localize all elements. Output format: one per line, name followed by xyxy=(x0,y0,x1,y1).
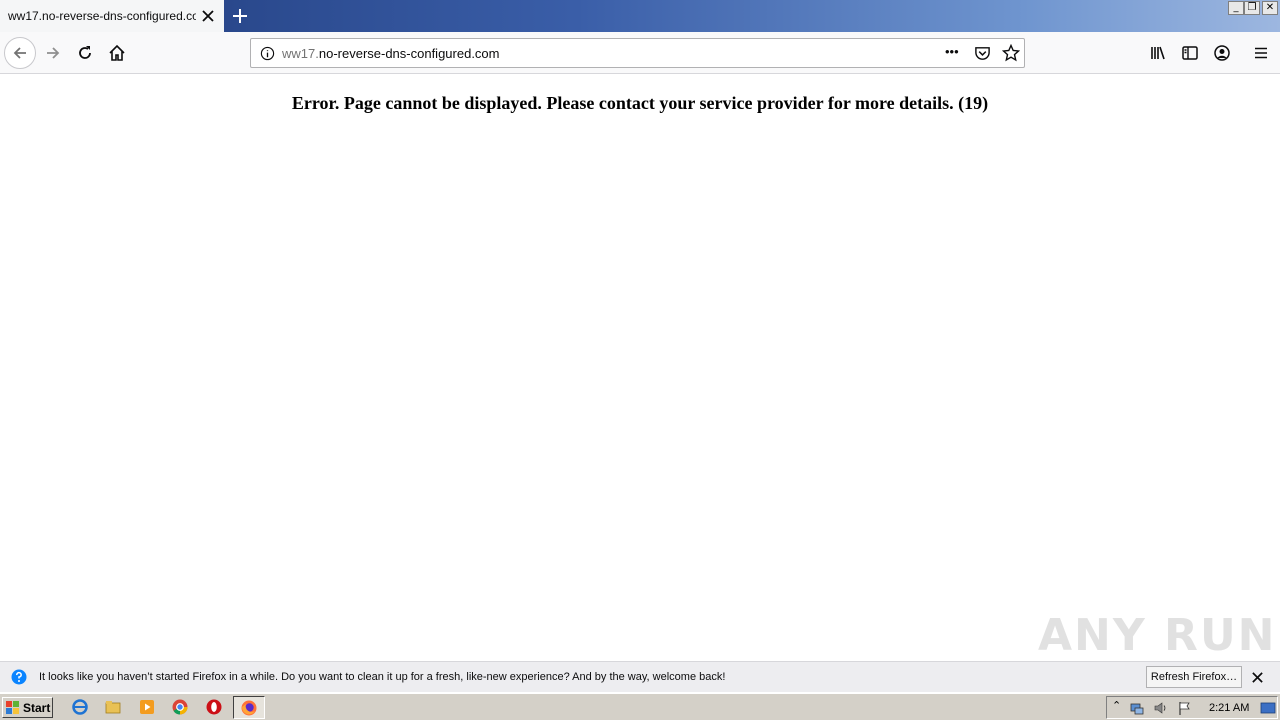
menu-button[interactable] xyxy=(1245,37,1277,69)
library-icon xyxy=(1151,46,1165,60)
pocket-icon[interactable] xyxy=(974,45,991,62)
notification-bar: It looks like you haven’t started Firefo… xyxy=(0,661,1280,692)
hamburger-menu-icon xyxy=(1255,47,1267,59)
page-content: Error. Page cannot be displayed. Please … xyxy=(0,75,1280,661)
volume-icon[interactable] xyxy=(1153,700,1169,716)
anyrun-watermark: ANY RUN xyxy=(1038,610,1277,661)
taskbar: Start ⌃ 2:21 AM xyxy=(0,693,1280,720)
action-center-flag-icon[interactable] xyxy=(1177,700,1193,716)
url-text[interactable]: ww17.no-reverse-dns-configured.com xyxy=(282,46,500,61)
media-player-icon[interactable] xyxy=(138,698,156,716)
start-button[interactable]: Start xyxy=(2,697,53,718)
back-button[interactable] xyxy=(4,37,36,69)
account-icon xyxy=(1214,45,1230,61)
show-hidden-icons-icon[interactable]: ⌃ xyxy=(1112,699,1121,712)
home-icon xyxy=(109,44,125,61)
bookmark-star-icon[interactable] xyxy=(1002,44,1020,62)
url-bar[interactable]: ww17.no-reverse-dns-configured.com ••• xyxy=(250,38,1025,68)
reload-button[interactable] xyxy=(69,37,101,69)
start-label: Start xyxy=(23,700,51,715)
forward-button[interactable] xyxy=(37,37,69,69)
error-message: Error. Page cannot be displayed. Please … xyxy=(291,93,989,113)
refresh-firefox-button[interactable]: Refresh Firefox… xyxy=(1146,666,1242,688)
navigation-toolbar: ww17.no-reverse-dns-configured.com ••• xyxy=(0,32,1280,74)
info-icon[interactable] xyxy=(260,46,275,61)
forward-arrow-icon xyxy=(47,47,60,59)
close-tab-icon[interactable] xyxy=(200,8,216,24)
title-bar: ww17.no-reverse-dns-configured.com/ _ ❐ … xyxy=(0,0,1280,32)
home-button[interactable] xyxy=(101,37,133,69)
firefox-taskbar-button[interactable] xyxy=(233,696,265,719)
restore-button[interactable]: ❐ xyxy=(1244,1,1260,15)
tab-title: ww17.no-reverse-dns-configured.com/ xyxy=(8,9,196,23)
sidebar-icon xyxy=(1182,46,1198,60)
system-tray: ⌃ 2:21 AM xyxy=(1106,696,1278,719)
file-explorer-icon[interactable] xyxy=(104,698,122,716)
close-notification-icon[interactable] xyxy=(1251,671,1264,684)
library-button[interactable] xyxy=(1142,37,1174,69)
page-actions-icon[interactable]: ••• xyxy=(945,44,959,59)
back-arrow-icon xyxy=(13,47,26,59)
network-icon[interactable] xyxy=(1129,700,1145,716)
windows-logo-icon xyxy=(6,700,19,714)
active-tab[interactable]: ww17.no-reverse-dns-configured.com/ xyxy=(0,0,224,32)
close-window-button[interactable]: ✕ xyxy=(1262,1,1278,15)
opera-icon[interactable] xyxy=(205,698,223,716)
url-prefix: ww17. xyxy=(282,46,319,61)
question-icon xyxy=(11,669,27,685)
sidebar-button[interactable] xyxy=(1174,37,1206,69)
reload-icon xyxy=(79,46,91,59)
clock[interactable]: 2:21 AM xyxy=(1209,702,1249,714)
firefox-icon xyxy=(241,700,257,716)
url-domain: no-reverse-dns-configured.com xyxy=(318,46,500,61)
account-button[interactable] xyxy=(1206,37,1238,69)
internet-explorer-icon[interactable] xyxy=(71,698,89,716)
notification-message: It looks like you haven’t started Firefo… xyxy=(39,671,726,683)
chrome-icon[interactable] xyxy=(171,698,189,716)
minimize-button[interactable]: _ xyxy=(1228,1,1244,15)
new-tab-icon[interactable] xyxy=(230,6,250,26)
show-desktop-icon[interactable] xyxy=(1260,700,1276,716)
